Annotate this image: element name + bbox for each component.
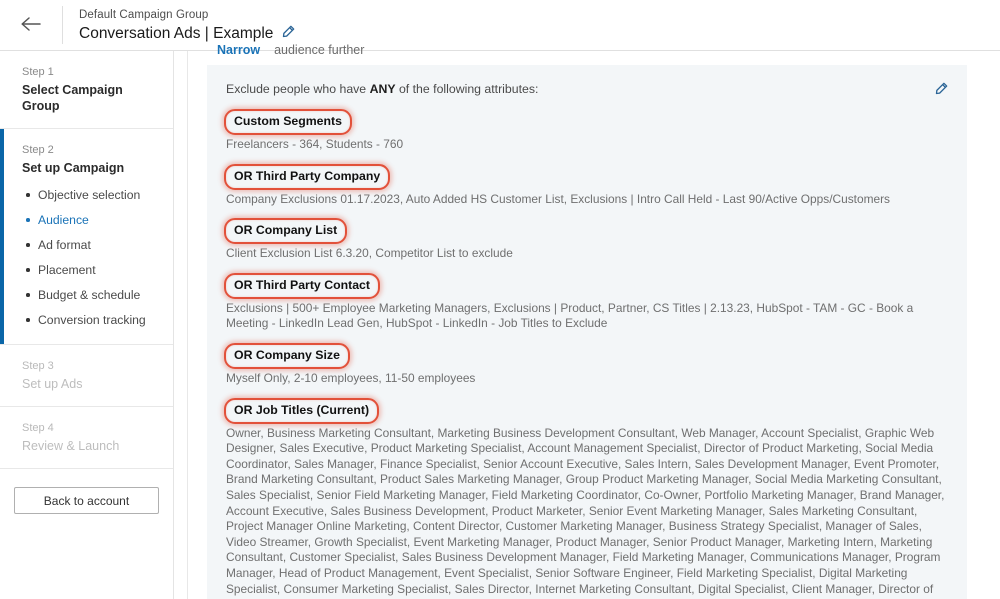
attribute-group-job-titles-current: OR Job Titles (Current) Owner, Business … bbox=[223, 397, 948, 599]
sidebar-item-budget-schedule[interactable]: Budget & schedule bbox=[22, 287, 155, 303]
step-2-label: Step 2 bbox=[22, 144, 54, 156]
attribute-values: Owner, Business Marketing Consultant, Ma… bbox=[226, 425, 945, 599]
attribute-label-highlight: OR Company List bbox=[223, 218, 348, 245]
step-3-label: Step 3 bbox=[22, 360, 54, 372]
edit-title-button[interactable] bbox=[282, 25, 295, 41]
sidebar-item-conversion-tracking[interactable]: Conversion tracking bbox=[22, 312, 155, 328]
sidebar-step-3[interactable]: Step 3 Set up Ads bbox=[0, 345, 173, 407]
attribute-group-company-size: OR Company Size Myself Only, 2-10 employ… bbox=[224, 342, 948, 387]
page-title: Conversation Ads | Example bbox=[79, 24, 274, 42]
exclusions-card: Exclude people who have ANY of the follo… bbox=[207, 65, 967, 599]
attribute-values: Freelancers - 364, Students - 760 bbox=[226, 137, 404, 151]
top-header: Default Campaign Group Conversation Ads … bbox=[0, 0, 1000, 51]
attribute-values: Client Exclusion List 6.3.20, Competitor… bbox=[226, 246, 513, 261]
attribute-label-highlight: OR Third Party Contact bbox=[224, 272, 380, 299]
attribute-group-third-party-company: OR Third Party Company Company Exclusion… bbox=[223, 163, 948, 208]
sidebar-step-4[interactable]: Step 4 Review & Launch bbox=[0, 407, 173, 469]
attribute-values: Myself Only, 2-10 employees, 11-50 emplo… bbox=[226, 370, 476, 385]
step-4-label: Step 4 bbox=[22, 422, 54, 434]
step-1-label: Step 1 bbox=[22, 66, 54, 78]
attribute-group-third-party-contact: OR Third Party Contact Exclusions | 500+… bbox=[224, 272, 948, 332]
attribute-label: OR Third Party Contact bbox=[234, 277, 370, 292]
pencil-icon bbox=[282, 25, 295, 41]
exclusions-heading-pre: Exclude people who have bbox=[226, 82, 370, 96]
sidebar-item-objective-selection[interactable]: Objective selection bbox=[22, 187, 155, 203]
exclusions-header-row: Exclude people who have ANY of the follo… bbox=[226, 81, 948, 98]
exclusions-heading-any: ANY bbox=[369, 82, 396, 96]
pencil-icon bbox=[935, 82, 948, 98]
exclusions-heading: Exclude people who have ANY of the follo… bbox=[226, 81, 538, 98]
attribute-label: OR Company List bbox=[234, 223, 338, 238]
step-1-name: Select Campaign Group bbox=[22, 83, 123, 113]
attribute-values: Company Exclusions 01.17.2023, Auto Adde… bbox=[226, 191, 890, 206]
main-content: Narrow audience further Exclude people wh… bbox=[174, 43, 1000, 599]
attribute-label: OR Company Size bbox=[234, 347, 340, 362]
step-3-name: Set up Ads bbox=[22, 377, 83, 391]
attribute-label-highlight: OR Job Titles (Current) bbox=[223, 397, 380, 424]
header-divider bbox=[62, 6, 63, 44]
breadcrumb: Default Campaign Group bbox=[79, 8, 209, 21]
attribute-group-custom-segments: Custom Segments Freelancers - 364, Stude… bbox=[224, 109, 948, 153]
sidebar-footer: Back to account bbox=[0, 469, 173, 514]
attribute-values: Exclusions | 500+ Employee Marketing Man… bbox=[226, 300, 914, 331]
back-to-account-button[interactable]: Back to account bbox=[14, 487, 159, 514]
attribute-label-highlight: Custom Segments bbox=[224, 109, 352, 135]
campaign-editor-page: Default Campaign Group Conversation Ads … bbox=[0, 0, 1000, 599]
sidebar-item-placement[interactable]: Placement bbox=[22, 262, 155, 278]
content-gutter bbox=[174, 51, 188, 599]
step-2-name: Set up Campaign bbox=[22, 161, 125, 175]
narrow-link[interactable]: Narrow bbox=[217, 43, 260, 57]
step-sidebar: Step 1 Select Campaign Group Step 2 Set … bbox=[0, 51, 174, 599]
step-2-sublist: Objective selection Audience Ad format P… bbox=[22, 187, 155, 328]
narrow-audience-row: Narrow audience further bbox=[217, 42, 364, 58]
edit-exclusions-button[interactable] bbox=[935, 82, 948, 98]
arrow-left-icon bbox=[20, 16, 42, 35]
narrow-rest-text: audience further bbox=[274, 43, 365, 57]
attribute-label: OR Job Titles (Current) bbox=[234, 402, 370, 417]
sidebar-step-2[interactable]: Step 2 Set up Campaign Objective selecti… bbox=[0, 129, 173, 345]
page-title-row: Conversation Ads | Example bbox=[79, 24, 295, 43]
sidebar-step-1[interactable]: Step 1 Select Campaign Group bbox=[0, 51, 173, 129]
step-4-name: Review & Launch bbox=[22, 439, 120, 453]
attribute-label-highlight: OR Third Party Company bbox=[223, 163, 391, 190]
attribute-group-company-list: OR Company List Client Exclusion List 6.… bbox=[223, 218, 948, 262]
sidebar-item-ad-format[interactable]: Ad format bbox=[22, 237, 155, 253]
sidebar-item-audience[interactable]: Audience bbox=[22, 212, 155, 228]
back-button[interactable] bbox=[0, 0, 62, 51]
attribute-label: OR Third Party Company bbox=[234, 168, 381, 183]
header-text-block: Default Campaign Group Conversation Ads … bbox=[79, 8, 295, 43]
attribute-label: Custom Segments bbox=[234, 114, 342, 128]
exclusions-heading-post: of the following attributes: bbox=[395, 82, 539, 96]
attribute-label-highlight: OR Company Size bbox=[224, 342, 350, 369]
